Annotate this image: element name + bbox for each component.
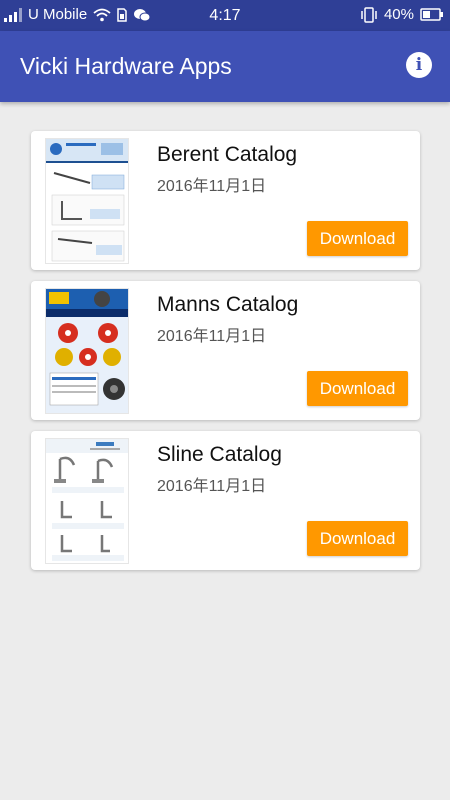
vibrate-icon: [361, 6, 377, 23]
catalog-card-sline[interactable]: Sline Catalog 2016年11月1日 Download: [31, 431, 420, 570]
catalog-thumbnail-berent: [45, 138, 129, 264]
battery-percent: 40%: [383, 6, 414, 23]
download-button[interactable]: Download: [307, 521, 408, 556]
catalog-name: Berent Catalog: [157, 143, 298, 166]
app-bar: Vicki Hardware Apps i: [0, 31, 450, 102]
download-button[interactable]: Download: [307, 371, 408, 406]
catalog-thumbnail-sline: [45, 438, 129, 564]
catalog-date: 2016年11月1日: [157, 478, 267, 495]
download-button[interactable]: Download: [307, 221, 408, 256]
app-title: Vicki Hardware Apps: [20, 53, 232, 79]
catalog-name: Manns Catalog: [157, 293, 299, 316]
catalog-name: Sline Catalog: [157, 443, 282, 466]
battery-icon: [420, 8, 443, 21]
catalog-date: 2016年11月1日: [157, 178, 267, 195]
catalog-card-manns[interactable]: Manns Catalog 2016年11月1日 Download: [31, 281, 420, 420]
info-icon[interactable]: i: [406, 52, 432, 78]
catalog-thumbnail-manns: [45, 288, 129, 414]
catalog-card-berent[interactable]: Berent Catalog 2016年11月1日 Download: [31, 131, 420, 270]
status-right: 40%: [360, 6, 444, 23]
catalog-date: 2016年11月1日: [157, 328, 267, 345]
status-bar: U Mobile 4:17 40%: [0, 0, 450, 31]
